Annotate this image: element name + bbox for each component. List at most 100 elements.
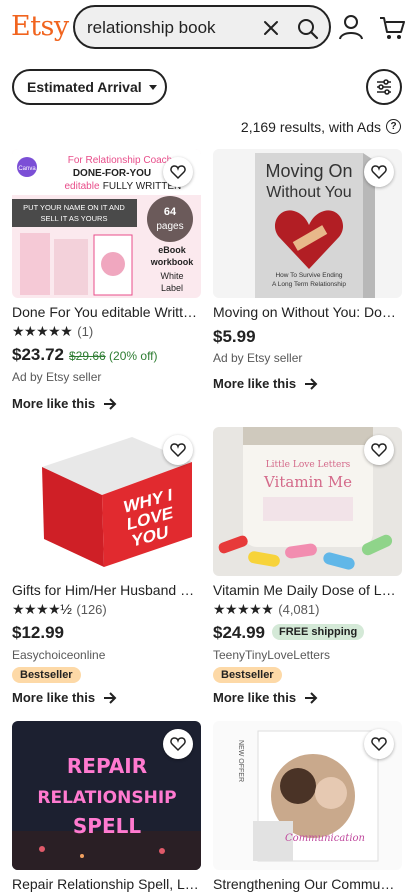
help-icon[interactable]: ?: [386, 119, 401, 134]
seller-info: Ad by Etsy seller: [213, 351, 303, 365]
favorite-button[interactable]: [163, 157, 193, 187]
heart-icon: [170, 737, 186, 752]
listing-title[interactable]: Done For You editable Written eBook work…: [12, 304, 201, 320]
search-icon: [298, 19, 319, 40]
bestseller-badge: Bestseller: [213, 667, 282, 683]
star-rating-icon: ★★★★★: [12, 322, 73, 339]
listing-title[interactable]: Strengthening Our Communication Book: [213, 876, 402, 892]
svg-text:DONE-FOR-YOU: DONE-FOR-YOU: [73, 168, 151, 179]
review-count: (1): [77, 323, 94, 339]
svg-text:Without You: Without You: [266, 184, 351, 201]
favorite-button[interactable]: [163, 729, 193, 759]
svg-text:NEW OFFER: NEW OFFER: [237, 740, 244, 782]
listing-card[interactable]: Little Love Letters Vitamin Me Vitamin M…: [213, 427, 402, 712]
arrow-right-icon: [104, 397, 117, 410]
more-like-this-label: More like this: [213, 376, 297, 391]
svg-text:A Long Term Relationship: A Long Term Relationship: [272, 281, 346, 288]
search-button[interactable]: [294, 15, 322, 43]
account-icon: [339, 15, 363, 40]
more-like-this-label: More like this: [213, 690, 297, 705]
price: $24.99 FREE shipping: [213, 623, 365, 643]
svg-text:64: 64: [164, 206, 177, 218]
svg-text:How To Survive Ending: How To Survive Ending: [275, 272, 342, 279]
rating: ★★★★½ (126): [12, 601, 107, 617]
price: $12.99: [12, 623, 64, 643]
current-price: $5.99: [213, 327, 256, 346]
favorite-button[interactable]: [364, 435, 394, 465]
heart-icon: [371, 165, 387, 180]
heart-icon: [371, 443, 387, 458]
current-price: $23.72: [12, 345, 64, 364]
rating: ★★★★★ (1): [12, 323, 93, 339]
svg-text:White: White: [160, 271, 183, 281]
favorite-button[interactable]: [364, 729, 394, 759]
more-like-this-label: More like this: [12, 396, 96, 411]
heart-icon: [371, 737, 387, 752]
svg-text:Communication: Communication: [285, 833, 365, 844]
listing-title[interactable]: Gifts for Him/Her Husband Wife Book: [12, 582, 201, 598]
review-count: (126): [76, 601, 107, 617]
review-count: (4,081): [278, 601, 320, 617]
listing-card[interactable]: Moving On Without You How To Survive End…: [213, 149, 402, 399]
seller-name[interactable]: Easychoiceonline: [12, 648, 105, 662]
results-count: 2,169 results, with Ads: [240, 119, 381, 135]
svg-text:Label: Label: [161, 283, 183, 293]
svg-text:pages: pages: [156, 221, 183, 232]
arrow-right-icon: [305, 377, 318, 390]
svg-text:REPAIR: REPAIR: [67, 754, 147, 778]
search-bar: [73, 5, 331, 49]
arrow-right-icon: [305, 691, 318, 704]
seller-name[interactable]: TeenyTinyLoveLetters: [213, 648, 330, 662]
svg-text:SPELL: SPELL: [73, 814, 141, 838]
svg-text:workbook: workbook: [150, 257, 194, 267]
svg-text:Vitamin Me: Vitamin Me: [263, 473, 352, 491]
more-like-this-link[interactable]: More like this: [12, 396, 117, 411]
listing-card[interactable]: REPAIR RELATIONSHIP SPELL Repair Relatio…: [12, 721, 201, 896]
canva-logo-text: Canva: [18, 166, 36, 172]
svg-text:PUT YOUR NAME ON IT AND: PUT YOUR NAME ON IT AND: [23, 203, 125, 212]
listing-card[interactable]: WHY I LOVE YOU Gifts for Him/Her Husband…: [12, 427, 201, 712]
etsy-logo[interactable]: Etsy: [11, 11, 69, 42]
heart-icon: [170, 165, 186, 180]
svg-text:eBook: eBook: [158, 245, 187, 255]
seller-info: Ad by Etsy seller: [12, 370, 102, 384]
header: Etsy: [0, 0, 414, 58]
svg-text:RELATIONSHIP: RELATIONSHIP: [37, 788, 176, 808]
cart-icon: [380, 17, 405, 39]
account-button[interactable]: [337, 13, 365, 41]
search-input[interactable]: [87, 17, 259, 39]
filters-button[interactable]: [366, 69, 402, 105]
listing-title[interactable]: Vitamin Me Daily Dose of Love Letters: [213, 582, 402, 598]
svg-text:SELL IT AS YOURS: SELL IT AS YOURS: [41, 214, 108, 223]
cart-button[interactable]: [377, 13, 407, 43]
sliders-icon: [377, 79, 391, 95]
sort-label: Estimated Arrival: [27, 79, 142, 95]
price: $23.72 $29.66 (20% off): [12, 345, 158, 365]
favorite-button[interactable]: [364, 157, 394, 187]
favorite-button[interactable]: [163, 435, 193, 465]
listing-card[interactable]: Communication NEW OFFER Strengthening Ou…: [213, 721, 402, 896]
current-price: $12.99: [12, 623, 64, 642]
listing-title[interactable]: Repair Relationship Spell, Love Spell: [12, 876, 201, 892]
star-rating-icon: ★★★★★: [213, 600, 274, 617]
listing-title[interactable]: Moving on Without You: Dos and Don'ts: [213, 304, 402, 320]
svg-text:editable: editable: [64, 181, 99, 192]
svg-text:Moving On: Moving On: [265, 161, 352, 181]
current-price: $24.99: [213, 623, 265, 642]
more-like-this-link[interactable]: More like this: [213, 690, 318, 705]
caret-down-icon: [148, 84, 157, 90]
more-like-this-link[interactable]: More like this: [12, 690, 117, 705]
arrow-right-icon: [104, 691, 117, 704]
original-price: $29.66: [69, 349, 106, 363]
more-like-this-link[interactable]: More like this: [213, 376, 318, 391]
close-icon: [264, 21, 278, 35]
heart-icon: [170, 443, 186, 458]
listing-card[interactable]: Canva For Relationship Coach DONE-FOR-YO…: [12, 149, 201, 419]
svg-text:For Relationship Coach: For Relationship Coach: [68, 155, 173, 166]
star-rating-icon: ★★★★½: [12, 600, 72, 617]
discount-label: (20% off): [109, 349, 158, 363]
clear-search-button[interactable]: [259, 16, 283, 40]
more-like-this-label: More like this: [12, 690, 96, 705]
bestseller-badge: Bestseller: [12, 667, 81, 683]
sort-dropdown[interactable]: Estimated Arrival: [12, 69, 167, 105]
